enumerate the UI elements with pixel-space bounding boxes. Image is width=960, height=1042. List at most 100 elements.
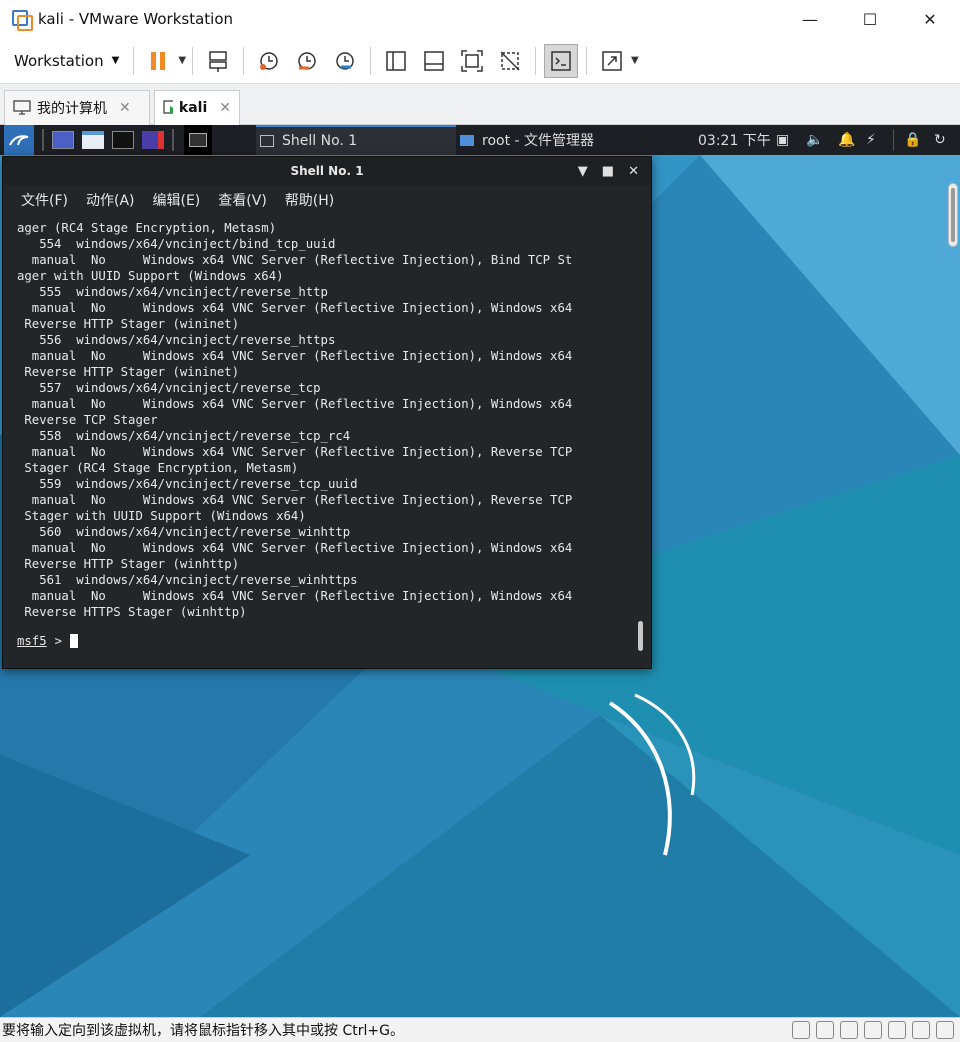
terminal-line: 560 windows/x64/vncinject/reverse_winhtt…: [17, 525, 351, 539]
minimize-button[interactable]: —: [780, 0, 840, 38]
logout-icon[interactable]: ↻: [934, 125, 946, 155]
taskbar-item-file-manager[interactable]: root - 文件管理器: [460, 125, 594, 155]
terminal-line: manual No Windows x64 VNC Server (Reflec…: [17, 445, 573, 459]
terminal-line: Reverse HTTP Stager (wininet): [17, 365, 240, 379]
full-screen-icon: [461, 49, 483, 72]
maximize-icon[interactable]: ■: [602, 164, 614, 179]
terminal-title: Shell No. 1: [290, 164, 364, 178]
notification-bell-icon[interactable]: 🔔: [838, 125, 855, 155]
menu-file[interactable]: 文件(F): [21, 190, 68, 210]
kali-menu-button[interactable]: [4, 125, 34, 155]
stretch-guest-button[interactable]: [595, 44, 629, 78]
terminal-small-icon: [260, 135, 274, 147]
terminal-output[interactable]: ager (RC4 Stage Encryption, Metasm) 554 …: [17, 220, 627, 630]
window-title: kali - VMware Workstation: [38, 10, 233, 28]
usb-icon[interactable]: [864, 1021, 882, 1039]
toolbar: Workstation ▼ ▼ ▼: [0, 38, 960, 84]
snapshot-take-button[interactable]: [252, 44, 286, 78]
show-library-button[interactable]: [379, 44, 413, 78]
stretch-dropdown-chevron-icon[interactable]: ▼: [631, 55, 639, 66]
show-desktop-button[interactable]: [52, 125, 74, 155]
volume-icon[interactable]: 🔈: [806, 125, 823, 155]
taskbar-item-label: root - 文件管理器: [482, 133, 595, 149]
desktop-scrollbar[interactable]: [948, 183, 958, 247]
taskbar-item-label: Shell No. 1: [282, 133, 358, 149]
maximize-button[interactable]: ☐: [840, 0, 900, 38]
network-send-icon: [209, 50, 227, 72]
workspace-switcher[interactable]: [184, 125, 212, 155]
close-icon[interactable]: ✕: [628, 164, 639, 179]
terminal-line: 561 windows/x64/vncinject/reverse_winhtt…: [17, 573, 358, 587]
menu-help[interactable]: 帮助(H): [285, 190, 334, 210]
terminal-launcher[interactable]: [112, 125, 134, 155]
taskbar-item-shell[interactable]: Shell No. 1: [256, 125, 456, 155]
close-icon[interactable]: ✕: [119, 100, 131, 116]
menu-view[interactable]: 查看(V): [218, 190, 267, 210]
send-ctrl-alt-del-button[interactable]: [201, 44, 235, 78]
prompt-symbol: >: [54, 634, 63, 648]
terminal-line: Reverse HTTP Stager (wininet): [17, 317, 240, 331]
terminal-line: ager (RC4 Stage Encryption, Metasm): [17, 221, 277, 235]
console-view-button[interactable]: [544, 43, 579, 78]
terminal-line: Reverse HTTPS Stager (winhttp): [17, 605, 247, 619]
menu-edit[interactable]: 编辑(E): [153, 190, 201, 210]
terminal-line: 554 windows/x64/vncinject/bind_tcp_uuid: [17, 237, 336, 251]
display-icon[interactable]: [936, 1021, 954, 1039]
menu-action[interactable]: 动作(A): [86, 190, 135, 210]
vm-display[interactable]: Shell No. 1 root - 文件管理器 03:21 下午 ▣ 🔈 🔔 …: [0, 125, 960, 1017]
terminal-line: 558 windows/x64/vncinject/reverse_tcp_rc…: [17, 429, 351, 443]
terminal-scrollbar[interactable]: [638, 621, 643, 651]
terminal-titlebar[interactable]: Shell No. 1 ▼ ■ ✕: [3, 157, 651, 185]
snapshot-revert-button[interactable]: [290, 44, 324, 78]
panel-clock[interactable]: 03:21 下午: [698, 125, 771, 155]
terminal-icon: [112, 131, 134, 149]
terminal-line: 557 windows/x64/vncinject/reverse_tcp: [17, 381, 321, 395]
terminal-line: 556 windows/x64/vncinject/reverse_https: [17, 333, 336, 347]
show-thumbnail-bar-button[interactable]: [417, 44, 451, 78]
terminal-line: manual No Windows x64 VNC Server (Reflec…: [17, 253, 573, 267]
kali-dragon-icon: [9, 135, 29, 146]
terminal-line: Reverse HTTP Stager (winhttp): [17, 557, 240, 571]
printer-icon[interactable]: [912, 1021, 930, 1039]
terminal-icon: [551, 50, 571, 71]
minimize-icon[interactable]: ▼: [578, 164, 588, 179]
workstation-menu[interactable]: Workstation ▼: [14, 52, 119, 70]
terminal-line: 555 windows/x64/vncinject/reverse_http: [17, 285, 328, 299]
home-folder-icon: [460, 134, 474, 146]
panel-divider: [893, 129, 894, 151]
terminal-line: Reverse TCP Stager: [17, 413, 158, 427]
cd-drive-icon[interactable]: [816, 1021, 834, 1039]
network-adapter-icon[interactable]: [840, 1021, 858, 1039]
hard-disk-icon[interactable]: [792, 1021, 810, 1039]
tab-my-computer[interactable]: 我的计算机 ✕: [4, 90, 150, 125]
tab-kali[interactable]: kali ✕: [154, 90, 240, 125]
close-icon[interactable]: ✕: [219, 100, 231, 116]
toolbar-divider: [535, 46, 537, 75]
chevron-down-icon: ▼: [111, 55, 120, 66]
full-screen-button[interactable]: [455, 44, 489, 78]
thumbnail-bar-icon: [424, 50, 444, 71]
status-bar: 要将输入定向到该虚拟机，请将鼠标指针移入其中或按 Ctrl+G。: [0, 1017, 960, 1042]
power-manager-icon[interactable]: ⚡: [866, 125, 876, 155]
workstation-menu-label: Workstation: [14, 51, 104, 70]
terminal-window[interactable]: Shell No. 1 ▼ ■ ✕ 文件(F) 动作(A) 编辑(E) 查看(V…: [2, 156, 652, 669]
text-cursor: [70, 634, 79, 648]
lock-icon[interactable]: 🔒: [904, 125, 921, 155]
guest-top-panel: Shell No. 1 root - 文件管理器 03:21 下午 ▣ 🔈 🔔 …: [0, 125, 960, 155]
terminal-line: Stager with UUID Support (Windows x64): [17, 509, 306, 523]
panel-divider: [42, 129, 44, 151]
display-icon[interactable]: ▣: [776, 125, 789, 155]
close-button[interactable]: ✕: [900, 0, 960, 38]
snapshot-manager-button[interactable]: [328, 44, 362, 78]
file-manager-launcher[interactable]: [82, 125, 104, 155]
terminal-line: manual No Windows x64 VNC Server (Reflec…: [17, 397, 573, 411]
panel-divider: [172, 129, 174, 151]
sound-card-icon[interactable]: [888, 1021, 906, 1039]
terminal-prompt[interactable]: msf5 >: [17, 634, 79, 648]
toolbar-divider: [243, 46, 245, 75]
desktop-icon: [52, 131, 74, 149]
pause-dropdown-chevron-icon[interactable]: ▼: [178, 55, 186, 66]
unity-mode-button[interactable]: [493, 44, 527, 78]
pause-button[interactable]: [142, 44, 176, 78]
screenshot-launcher[interactable]: [142, 125, 164, 155]
